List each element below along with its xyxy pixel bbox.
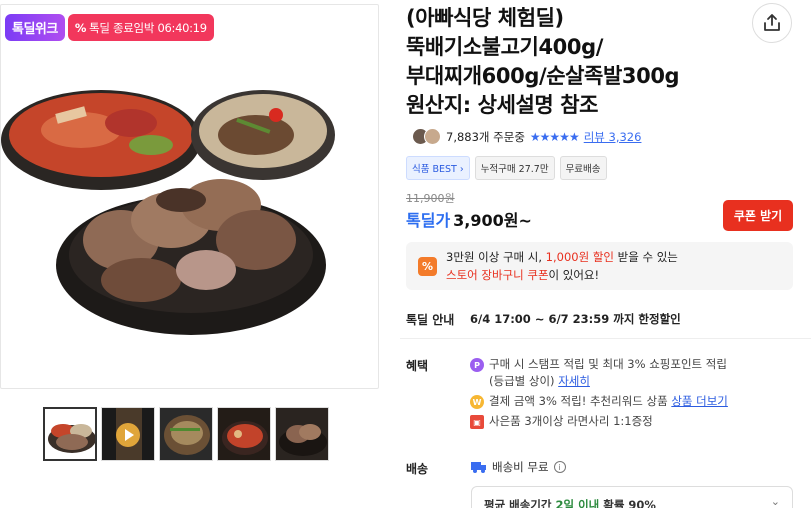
deal-price-label: 톡딜가 — [406, 211, 451, 230]
product-title: (아빠식당 체험딜) 뚝배기소불고기400g/ 부대찌개600g/순살족발300… — [406, 4, 736, 120]
benefit-gift: ▣ 사은품 3개이상 라면사리 1:1증정 — [470, 413, 653, 430]
thumbnail-1[interactable] — [43, 407, 97, 461]
shipping-fee-text: 배송비 무료 — [492, 460, 549, 474]
cumulative-purchase-tag: 누적구매 27.7만 — [474, 156, 555, 180]
thumbnail-strip — [43, 407, 329, 461]
chevron-down-icon: ⌄ — [770, 495, 780, 508]
deal-period: 6/4 17:00 ~ 6/7 23:59 까지 한정할인 — [470, 312, 681, 326]
tag-row: 식품 BEST › 누적구매 27.7만 무료배송 — [406, 156, 607, 180]
benefit-points: P 구매 시 스탬프 적립 및 최대 3% 쇼핑포인트 적립 (등급별 상이) … — [470, 356, 727, 390]
talkdeal-week-badge: 톡딜위크 — [5, 14, 65, 41]
benefit-points-note: (등급별 상이) — [489, 374, 559, 388]
truck-icon — [471, 462, 486, 473]
benefit-points-text: 구매 시 스탬프 적립 및 최대 3% 쇼핑포인트 적립 — [489, 357, 727, 371]
title-line-4: 원산지: 상세설명 참조 — [406, 93, 599, 117]
delivery-days: 2일 이내 — [555, 498, 600, 508]
thumbnail-image — [218, 408, 270, 460]
deal-timer-badge: % 톡딜 종료임박 06:40:19 — [67, 14, 214, 41]
main-product-image[interactable]: 톡딜위크 % 톡딜 종료임박 06:40:19 — [0, 4, 379, 389]
product-page: 톡딜위크 % 톡딜 종료임박 06:40:19 (아빠식당 체험딜) 뚝배기소불… — [0, 0, 811, 508]
reward-coin-icon: W — [470, 395, 484, 409]
thumbnail-5[interactable] — [275, 407, 329, 461]
free-shipping-tag: 무료배송 — [559, 156, 607, 180]
thumbnail-video[interactable] — [101, 407, 155, 461]
buyer-avatars — [412, 128, 441, 145]
order-count: 7,883개 주문중 — [446, 129, 525, 144]
rating-row: 7,883개 주문중 ★★★★★ 리뷰 3,326 — [412, 128, 641, 145]
benefit-reward-text: 결제 금액 3% 적립! 추천리워드 상품 — [489, 394, 672, 408]
benefits-label: 혜택 — [406, 359, 429, 373]
divider — [400, 338, 811, 339]
gift-icon: ▣ — [470, 415, 484, 429]
delivery-probability: 확률 90% — [599, 498, 656, 508]
share-icon — [764, 14, 780, 31]
promo-text-part: 이 있어요! — [548, 268, 600, 282]
cart-coupon-text: 3만원 이상 구매 시, 1,000원 할인 받을 수 있는 스토어 장바구니 … — [446, 248, 678, 284]
food-photo — [1, 90, 335, 335]
promo-text-part: 받을 수 있는 — [613, 250, 678, 264]
original-price: 11,900원 — [406, 192, 455, 205]
info-icon[interactable]: i — [553, 461, 566, 473]
thumbnail-4[interactable] — [217, 407, 271, 461]
promo-text-part: 3만원 이상 구매 시, — [446, 250, 546, 264]
delivery-estimate-label: 평균 배송기간 — [484, 498, 556, 508]
avatar — [424, 128, 441, 145]
promo-discount: 1,000원 할인 — [545, 250, 614, 264]
badge-group: 톡딜위크 % 톡딜 종료임박 06:40:19 — [5, 14, 214, 41]
thumbnail-image — [45, 409, 95, 459]
benefit-details-link[interactable]: 자세히 — [558, 374, 590, 388]
delivery-estimate-box[interactable]: 평균 배송기간 2일 이내 확률 90% ⌄ — [471, 486, 793, 508]
coupon-percent-icon: % — [418, 256, 437, 276]
point-icon: P — [470, 358, 484, 372]
deal-price: 3,900원~ — [453, 211, 532, 230]
deal-info-label: 톡딜 안내 — [406, 313, 455, 327]
benefit-reward: W 결제 금액 3% 적립! 추천리워드 상품 상품 더보기 — [470, 393, 728, 410]
thumbnail-3[interactable] — [159, 407, 213, 461]
title-line-3: 부대찌개600g/순살족발300g — [406, 64, 680, 88]
get-coupon-button[interactable]: 쿠폰 받기 — [723, 200, 793, 231]
play-triangle-icon — [125, 429, 134, 441]
percent-icon: % — [74, 20, 87, 35]
deal-timer-text: 톡딜 종료임박 06:40:19 — [89, 20, 207, 35]
share-button[interactable] — [752, 3, 792, 43]
shipping-info: 배송비 무료 i — [471, 459, 566, 475]
cart-coupon-banner[interactable]: % 3만원 이상 구매 시, 1,000원 할인 받을 수 있는 스토어 장바구… — [406, 242, 793, 290]
review-link[interactable]: 리뷰 3,326 — [584, 129, 642, 145]
benefit-gift-text: 사은품 3개이상 라면사리 1:1증정 — [489, 414, 653, 428]
best-tag-label: 식품 BEST — [412, 164, 457, 175]
promo-coupon-name: 스토어 장바구니 쿠폰 — [446, 268, 549, 282]
title-line-1: (아빠식당 체험딜) — [406, 6, 564, 30]
food-best-tag[interactable]: 식품 BEST › — [406, 156, 470, 180]
thumbnail-image — [276, 408, 328, 460]
more-products-link[interactable]: 상품 더보기 — [671, 394, 728, 408]
title-line-2: 뚝배기소불고기400g/ — [406, 35, 603, 59]
shipping-label: 배송 — [406, 462, 429, 476]
star-rating-icon: ★★★★★ — [529, 129, 580, 144]
thumbnail-image — [160, 408, 212, 460]
price-row: 톡딜가 3,900원~ — [406, 207, 532, 231]
